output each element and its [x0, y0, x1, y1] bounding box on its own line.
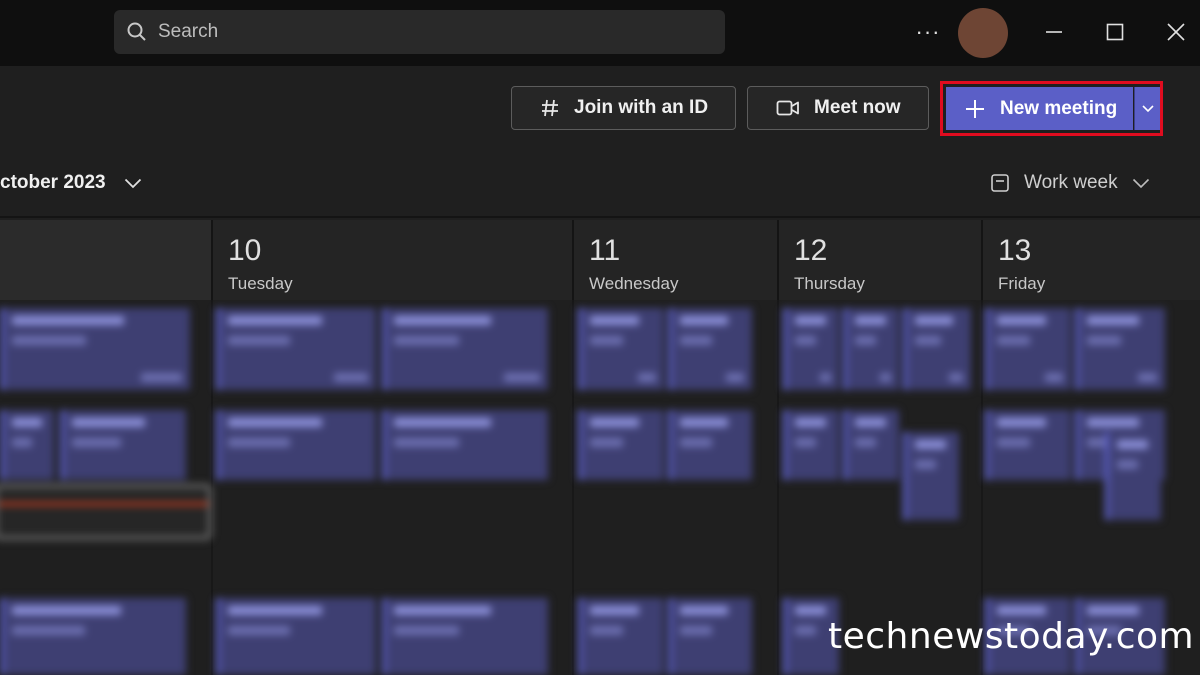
minimize-icon — [1046, 31, 1062, 33]
event-block[interactable] — [382, 308, 548, 390]
event-block[interactable] — [382, 410, 548, 480]
day-number: 13 — [998, 234, 1032, 267]
day-number: 11 — [589, 234, 621, 267]
event-block[interactable] — [843, 410, 899, 480]
more-options-button[interactable]: ··· — [908, 14, 948, 50]
watermark: technewstoday.com — [828, 616, 1195, 657]
day-number: 10 — [228, 234, 262, 267]
title-bar: Search ··· — [0, 0, 1200, 66]
event-block[interactable] — [0, 598, 186, 675]
day-header-thursday[interactable]: 12 Thursday — [779, 220, 983, 300]
view-selector[interactable]: Work week — [990, 172, 1150, 194]
event-block[interactable] — [668, 410, 752, 480]
chevron-down-icon — [1132, 178, 1149, 188]
chevron-down-icon — [124, 178, 141, 188]
day-header-friday[interactable]: 13 Friday — [983, 220, 1200, 300]
day-name: Friday — [998, 274, 1046, 293]
event-block[interactable] — [0, 410, 54, 480]
new-meeting-button[interactable]: New meeting — [946, 87, 1133, 130]
plus-icon — [964, 98, 986, 120]
event-block[interactable] — [903, 432, 959, 520]
event-block[interactable] — [668, 598, 752, 675]
current-time-line — [0, 502, 208, 506]
event-block[interactable] — [985, 308, 1071, 390]
calendar-view-icon — [990, 173, 1010, 193]
calendar-toolbar: Join with an ID Meet now New meeting cto… — [0, 66, 1200, 218]
avatar[interactable] — [958, 8, 1008, 58]
event-block[interactable] — [903, 308, 971, 390]
day-header-previous — [0, 220, 213, 300]
search-placeholder: Search — [158, 21, 219, 42]
event-block[interactable] — [60, 410, 186, 480]
day-name: Tuesday — [228, 274, 293, 293]
new-meeting-label: New meeting — [1000, 97, 1118, 119]
event-block[interactable] — [216, 598, 376, 675]
event-block[interactable] — [0, 308, 190, 390]
month-label: ctober 2023 — [0, 172, 106, 193]
join-with-id-button[interactable]: Join with an ID — [511, 86, 736, 130]
minimize-button[interactable] — [1032, 14, 1076, 50]
new-meeting-highlight: New meeting — [940, 81, 1163, 136]
search-icon — [127, 22, 146, 41]
day-name: Wednesday — [589, 274, 679, 293]
event-block[interactable] — [783, 308, 839, 390]
video-camera-icon — [776, 98, 800, 118]
meet-now-button[interactable]: Meet now — [747, 86, 929, 130]
event-block[interactable] — [783, 410, 839, 480]
day-name: Thursday — [794, 274, 865, 293]
day-header-tuesday[interactable]: 10 Tuesday — [213, 220, 574, 300]
event-block[interactable] — [578, 410, 664, 480]
close-button[interactable] — [1154, 14, 1198, 50]
day-header-wednesday[interactable]: 11 Wednesday — [574, 220, 779, 300]
event-block[interactable] — [843, 308, 899, 390]
hashtag-icon — [540, 98, 560, 118]
join-with-id-label: Join with an ID — [574, 97, 709, 118]
event-block[interactable] — [216, 410, 376, 480]
maximize-icon — [1106, 23, 1124, 41]
event-block[interactable] — [985, 410, 1071, 480]
event-block[interactable] — [578, 598, 664, 675]
day-number: 12 — [794, 234, 828, 267]
event-block[interactable] — [1075, 308, 1165, 390]
search-input[interactable]: Search — [114, 10, 725, 54]
meet-now-label: Meet now — [814, 97, 901, 118]
close-icon — [1167, 23, 1185, 41]
event-block[interactable] — [216, 308, 376, 390]
maximize-button[interactable] — [1093, 14, 1137, 50]
chevron-down-icon — [1141, 104, 1154, 112]
month-picker[interactable]: ctober 2023 — [0, 172, 142, 194]
view-label: Work week — [1024, 172, 1118, 193]
event-block[interactable] — [1105, 432, 1161, 520]
new-meeting-dropdown-button[interactable] — [1134, 87, 1160, 130]
current-event-block[interactable] — [0, 484, 212, 540]
event-block[interactable] — [382, 598, 548, 675]
event-block[interactable] — [578, 308, 664, 390]
event-block[interactable] — [668, 308, 752, 390]
